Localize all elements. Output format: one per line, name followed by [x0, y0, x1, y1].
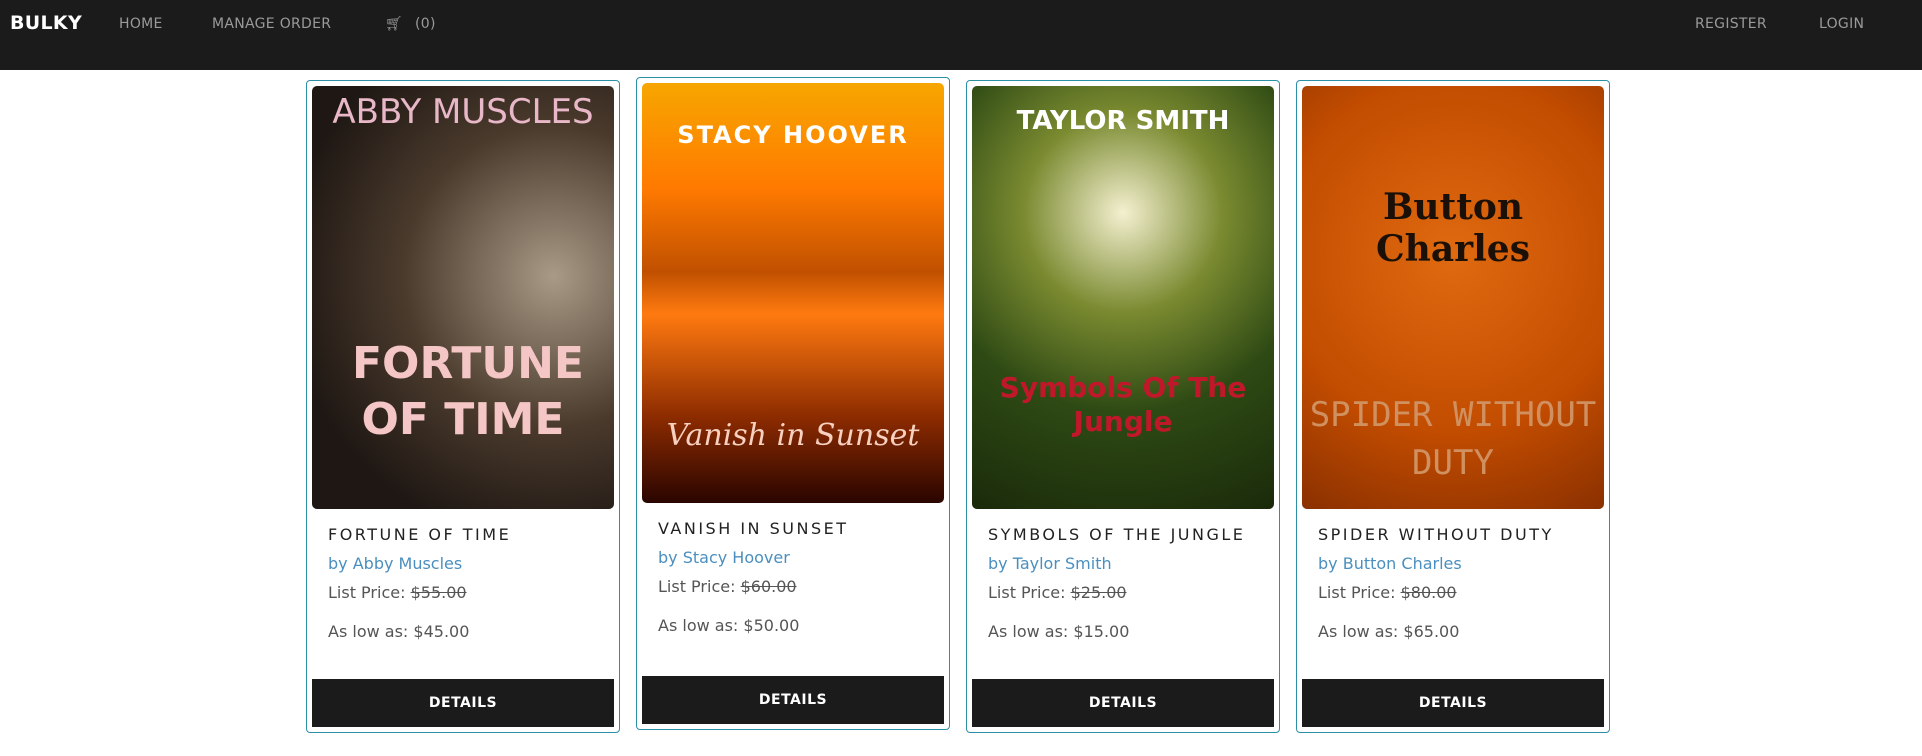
product-card: TAYLOR SMITH Symbols Of The Jungle SYMBO…: [966, 80, 1280, 733]
nav-home[interactable]: HOME: [119, 16, 163, 32]
cover-title: FORTUNE OF TIME: [352, 338, 584, 445]
scrollbar[interactable]: [1910, 0, 1922, 70]
list-price-value: $80.00: [1400, 583, 1457, 602]
low-price: As low as: $45.00: [328, 622, 614, 641]
product-title: SYMBOLS OF THE JUNGLE: [988, 525, 1246, 544]
book-cover-image[interactable]: TAYLOR SMITH Symbols Of The Jungle: [972, 86, 1274, 509]
product-card: STACY HOOVER Vanish in Sunset VANISH IN …: [636, 77, 950, 730]
nav-manage-order[interactable]: MANAGE ORDER: [212, 16, 331, 32]
book-cover-image[interactable]: Button Charles SPIDER WITHOUT DUTY: [1302, 86, 1604, 509]
nav-login[interactable]: LOGIN: [1819, 16, 1864, 32]
cart-icon[interactable]: 🛒︎: [385, 16, 403, 32]
details-button[interactable]: DETAILS: [642, 676, 944, 724]
low-price: As low as: $50.00: [658, 616, 944, 635]
navbar: BULKY HOME MANAGE ORDER 🛒︎ (0) REGISTER …: [0, 0, 1922, 70]
cover-author: STACY HOOVER: [677, 121, 909, 149]
list-price-label: List Price:: [1318, 583, 1396, 602]
details-button[interactable]: DETAILS: [972, 679, 1274, 727]
brand-link[interactable]: BULKY: [10, 12, 82, 34]
cover-author: TAYLOR SMITH: [1016, 106, 1230, 136]
low-price-label: As low as:: [1318, 622, 1399, 641]
low-price-label: As low as:: [988, 622, 1069, 641]
low-price-value: $15.00: [1073, 622, 1130, 641]
product-title: SPIDER WITHOUT DUTY: [1318, 525, 1554, 544]
list-price: List Price: $55.00: [328, 583, 614, 602]
list-price-value: $60.00: [740, 577, 797, 596]
low-price-label: As low as:: [328, 622, 409, 641]
list-price-label: List Price:: [328, 583, 406, 602]
product-author: by Taylor Smith: [988, 554, 1112, 573]
list-price-label: List Price:: [988, 583, 1066, 602]
list-price-value: $25.00: [1070, 583, 1127, 602]
cover-title: Symbols Of The Jungle: [999, 371, 1247, 438]
list-price-value: $55.00: [410, 583, 467, 602]
product-title: FORTUNE OF TIME: [328, 525, 512, 544]
list-price: List Price: $60.00: [658, 577, 944, 596]
details-button[interactable]: DETAILS: [312, 679, 614, 727]
book-cover-image[interactable]: ABBY MUSCLES FORTUNE OF TIME: [312, 86, 614, 509]
product-card: Button Charles SPIDER WITHOUT DUTY SPIDE…: [1296, 80, 1610, 733]
details-button[interactable]: DETAILS: [1302, 679, 1604, 727]
list-price-label: List Price:: [658, 577, 736, 596]
low-price-label: As low as:: [658, 616, 739, 635]
low-price-value: $65.00: [1403, 622, 1460, 641]
list-price: List Price: $80.00: [1318, 583, 1604, 602]
low-price-value: $50.00: [743, 616, 800, 635]
low-price-value: $45.00: [413, 622, 470, 641]
cover-title: SPIDER WITHOUT DUTY: [1309, 395, 1597, 483]
cart-count[interactable]: (0): [415, 16, 436, 32]
cover-author: Button Charles: [1376, 186, 1530, 270]
low-price: As low as: $65.00: [1318, 622, 1604, 641]
product-card: ABBY MUSCLES FORTUNE OF TIME FORTUNE OF …: [306, 80, 620, 733]
nav-register[interactable]: REGISTER: [1695, 16, 1767, 32]
low-price: As low as: $15.00: [988, 622, 1274, 641]
list-price: List Price: $25.00: [988, 583, 1274, 602]
product-author: by Stacy Hoover: [658, 548, 790, 567]
cover-author: ABBY MUSCLES: [332, 92, 594, 132]
book-cover-image[interactable]: STACY HOOVER Vanish in Sunset: [642, 83, 944, 503]
product-author: by Button Charles: [1318, 554, 1462, 573]
product-author: by Abby Muscles: [328, 554, 463, 573]
product-title: VANISH IN SUNSET: [658, 519, 849, 538]
cover-title: Vanish in Sunset: [666, 418, 920, 453]
